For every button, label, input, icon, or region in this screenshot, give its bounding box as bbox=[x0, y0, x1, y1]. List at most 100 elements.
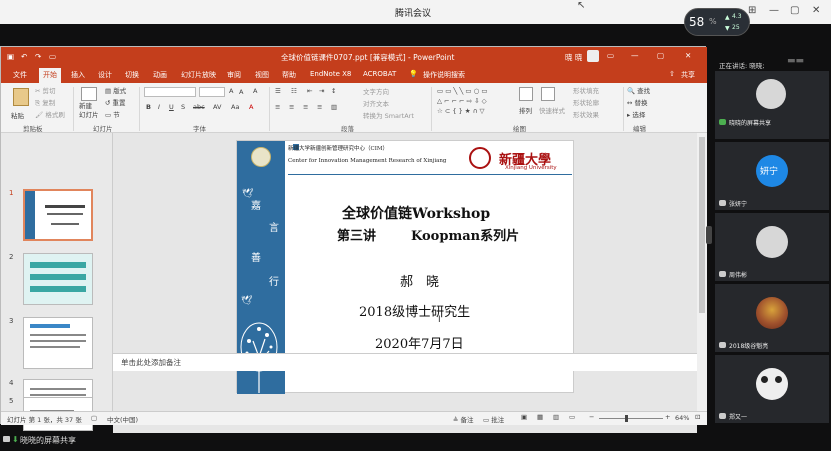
tab-view[interactable]: 视图 bbox=[255, 70, 269, 80]
slide-title-series[interactable]: Koopman系列片 bbox=[411, 225, 519, 244]
shape-outline-button[interactable]: 形状轮廓 bbox=[573, 97, 599, 107]
participant-tile[interactable]: 郑又一 bbox=[715, 355, 829, 423]
tab-animations[interactable]: 动画 bbox=[153, 70, 167, 80]
justify-button[interactable]: ≡ bbox=[317, 103, 322, 111]
indent-button[interactable]: ⇤ bbox=[307, 87, 312, 95]
align-left-button[interactable]: ≡ bbox=[275, 103, 280, 111]
slide-author[interactable]: 郝 晓 bbox=[400, 271, 439, 290]
select-button[interactable]: ▸ 选择 bbox=[627, 109, 645, 119]
reset-button[interactable]: ↺ 重置 bbox=[105, 97, 126, 107]
ppt-user-name[interactable]: 晓 晓 bbox=[565, 52, 582, 63]
arrange-icon[interactable] bbox=[519, 87, 533, 101]
find-button[interactable]: 🔍 查找 bbox=[627, 85, 650, 95]
slide-title-line1[interactable]: 全球价值链Workshop bbox=[342, 203, 490, 223]
align-center-button[interactable]: ≡ bbox=[289, 103, 294, 111]
network-status[interactable]: 58 % ▲ 4.3 ▼ 25 bbox=[684, 8, 750, 36]
tab-acrobat[interactable]: ACROBAT bbox=[363, 70, 396, 78]
present-icon[interactable]: ▭ bbox=[49, 52, 56, 61]
slide-thumbnail[interactable] bbox=[23, 397, 93, 409]
font-size-select[interactable] bbox=[199, 87, 225, 97]
line-spacing-button[interactable]: ↕ bbox=[331, 87, 336, 95]
share-button[interactable]: 共享 bbox=[681, 70, 695, 80]
tab-help[interactable]: 帮助 bbox=[282, 70, 296, 80]
participant-tile[interactable]: 周伟彬 bbox=[715, 213, 829, 281]
outdent-button[interactable]: ⇥ bbox=[319, 87, 324, 95]
pin-icon[interactable]: ⊞ bbox=[748, 5, 756, 16]
new-slide-button[interactable]: 新建 幻灯片 bbox=[79, 102, 101, 120]
spellcheck-icon[interactable]: ▢ bbox=[91, 414, 97, 422]
columns-button[interactable]: ▥ bbox=[331, 103, 337, 111]
ppt-minimize-icon[interactable]: — bbox=[631, 51, 639, 60]
tab-transitions[interactable]: 切换 bbox=[125, 70, 139, 80]
slideshow-view-icon[interactable]: ▭ bbox=[569, 413, 575, 421]
zoom-slider[interactable] bbox=[599, 418, 663, 419]
zoom-in-icon[interactable]: + bbox=[665, 413, 670, 421]
undo-icon[interactable]: ↶ bbox=[21, 52, 27, 61]
collapse-panel-handle[interactable] bbox=[706, 226, 712, 244]
text-direction-button[interactable]: 文字方向 bbox=[363, 86, 389, 96]
smartart-button[interactable]: 转换为 SmartArt bbox=[363, 110, 414, 120]
comments-toggle[interactable]: ▭ 批注 bbox=[483, 414, 504, 424]
paste-button[interactable]: 粘贴 bbox=[11, 110, 24, 120]
notes-pane[interactable]: 单击此处添加备注 bbox=[113, 353, 697, 371]
tab-review[interactable]: 审阅 bbox=[227, 70, 241, 80]
align-right-button[interactable]: ≡ bbox=[303, 103, 308, 111]
shadow-button[interactable]: S bbox=[181, 103, 185, 111]
arrange-button[interactable]: 排列 bbox=[519, 105, 532, 115]
copy-button[interactable]: ⎘ 复制 bbox=[35, 97, 55, 108]
new-slide-icon[interactable] bbox=[81, 87, 97, 101]
tell-me-search[interactable]: 操作说明搜索 bbox=[423, 70, 465, 80]
participant-tile[interactable]: 晓晓的屏幕共享 bbox=[715, 71, 829, 139]
normal-view-icon[interactable]: ▣ bbox=[521, 413, 527, 421]
language-status[interactable]: 中文(中国) bbox=[107, 414, 138, 424]
slide-title-lecture[interactable]: 第三讲 bbox=[337, 225, 376, 244]
scrollbar-thumb[interactable] bbox=[699, 137, 705, 313]
maximize-icon[interactable]: ▢ bbox=[790, 5, 799, 16]
sorter-view-icon[interactable]: ▦ bbox=[537, 413, 543, 421]
italic-button[interactable]: I bbox=[158, 103, 160, 111]
change-case-button[interactable]: Aa bbox=[231, 103, 239, 111]
shrink-font-button[interactable]: A bbox=[239, 88, 243, 96]
tab-home[interactable]: 开始 bbox=[39, 68, 61, 83]
notes-placeholder[interactable]: 单击此处添加备注 bbox=[121, 357, 181, 368]
paste-icon[interactable] bbox=[13, 88, 29, 106]
numbering-button[interactable]: ☷ bbox=[291, 87, 297, 95]
section-button[interactable]: ▭ 节 bbox=[105, 109, 120, 119]
bullets-button[interactable]: ☰ bbox=[275, 87, 281, 95]
zoom-slider-handle[interactable] bbox=[625, 415, 628, 422]
shapes-gallery[interactable]: ▭ ▭ ╲ ╲ ▭ ○ ▭ △ ⌐ ⌐ ⌐ ⇨ ⇩ ◇ ☆ ⊂ { } ★ ∩ … bbox=[437, 87, 513, 117]
font-family-select[interactable] bbox=[144, 87, 196, 97]
tab-slideshow[interactable]: 幻灯片放映 bbox=[181, 70, 216, 80]
tab-endnote[interactable]: EndNote X8 bbox=[310, 70, 351, 78]
format-painter-button[interactable]: 🖌 格式刷 bbox=[35, 109, 65, 119]
save-icon[interactable]: ▣ bbox=[7, 52, 14, 61]
zoom-level[interactable]: 64% bbox=[675, 414, 689, 422]
share-icon[interactable]: ⇧ bbox=[669, 70, 675, 78]
cut-button[interactable]: ✂ 剪切 bbox=[35, 85, 56, 95]
char-spacing-button[interactable]: AV bbox=[213, 103, 221, 111]
underline-button[interactable]: U bbox=[169, 103, 174, 111]
reading-view-icon[interactable]: ▥ bbox=[553, 413, 559, 421]
participant-tile[interactable]: 妍宁 张妍宁 bbox=[715, 142, 829, 210]
layout-icon[interactable]: ▬▬ bbox=[787, 56, 804, 66]
shape-effects-button[interactable]: 形状效果 bbox=[573, 109, 599, 119]
minimize-icon[interactable]: — bbox=[769, 5, 779, 16]
vertical-scrollbar[interactable] bbox=[697, 133, 707, 411]
ppt-maximize-icon[interactable]: ▢ bbox=[657, 51, 664, 60]
quick-styles-button[interactable]: 快速样式 bbox=[539, 105, 565, 115]
notes-toggle[interactable]: ≜ 备注 bbox=[453, 414, 474, 424]
align-text-button[interactable]: 对齐文本 bbox=[363, 98, 389, 108]
redo-icon[interactable]: ↷ bbox=[35, 52, 41, 61]
participant-tile[interactable]: 2018级谷魁亮 bbox=[715, 284, 829, 352]
ribbon-display-icon[interactable]: ▭ bbox=[607, 51, 614, 60]
ppt-close-icon[interactable]: ✕ bbox=[685, 51, 691, 60]
slide-thumbnail[interactable] bbox=[23, 189, 93, 241]
slide-program[interactable]: 2018级博士研究生 bbox=[359, 301, 470, 320]
replace-button[interactable]: ↔ 替换 bbox=[627, 97, 648, 107]
zoom-out-icon[interactable]: − bbox=[589, 413, 594, 421]
close-icon[interactable]: ✕ bbox=[812, 5, 820, 16]
tab-insert[interactable]: 插入 bbox=[71, 70, 85, 80]
tab-file[interactable]: 文件 bbox=[13, 70, 27, 80]
slide-date[interactable]: 2020年7月7日 bbox=[375, 333, 464, 352]
font-color-button[interactable]: A bbox=[249, 103, 253, 111]
